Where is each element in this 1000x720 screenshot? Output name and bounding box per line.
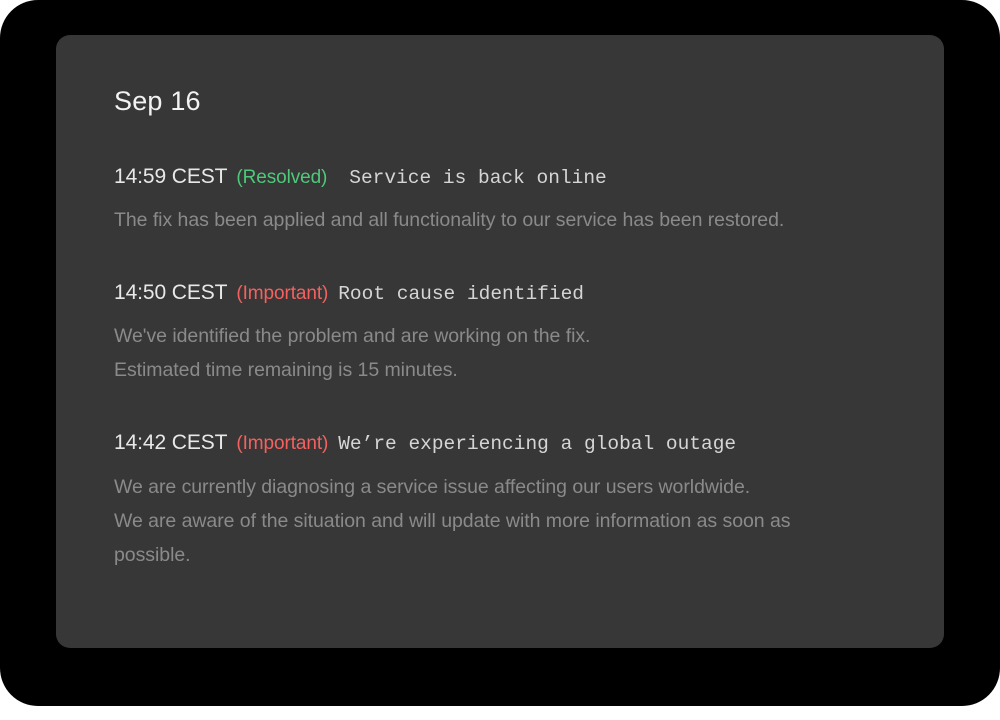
body-line: We've identified the problem and are wor…	[114, 325, 591, 348]
update-timestamp: 14:59 CEST	[114, 164, 228, 188]
list-item: 14:50 CEST (Important) Root cause identifi…	[114, 280, 886, 387]
update-timestamp: 14:42 CEST	[114, 431, 228, 455]
update-title: We’re experiencing a global outage	[338, 433, 737, 456]
update-body: The fix has been applied and all functio…	[114, 203, 886, 237]
body-line: We are aware of the situation and will u…	[114, 509, 791, 532]
update-header: 14:50 CEST (Important) Root cause identifi…	[114, 280, 886, 306]
body-line: We are currently diagnosing a service is…	[114, 475, 751, 498]
status-update-card: Sep 16 14:59 CEST (Resolved) Service is ba…	[56, 35, 944, 648]
list-item: 14:59 CEST (Resolved) Service is back onli…	[114, 164, 886, 237]
update-body: We've identified the problem and are wor…	[114, 319, 886, 387]
update-body: We are currently diagnosing a service is…	[114, 470, 886, 572]
body-line: The fix has been applied and all functio…	[114, 209, 785, 232]
update-header: 14:42 CEST (Important) We’re experiencing …	[114, 430, 886, 456]
body-line: possible.	[114, 543, 191, 566]
page-title: Sep 16	[114, 86, 201, 116]
update-title: Root cause identified	[338, 283, 584, 306]
status-badge: (Important)	[236, 283, 329, 305]
update-timestamp: 14:50 CEST	[114, 281, 228, 305]
update-header: 14:59 CEST (Resolved) Service is back onli…	[114, 164, 886, 190]
list-item: 14:42 CEST (Important) We’re experiencing …	[114, 430, 886, 571]
status-badge: (Resolved)	[236, 166, 328, 188]
update-title: Service is back online	[349, 166, 607, 189]
outer-frame: Sep 16 14:59 CEST (Resolved) Service is ba…	[0, 0, 1000, 706]
status-badge: (Important)	[236, 433, 329, 455]
status-update-list: 14:59 CEST (Resolved) Service is back onli…	[114, 164, 886, 572]
body-line: Estimated time remaining is 15 minutes.	[114, 359, 458, 382]
